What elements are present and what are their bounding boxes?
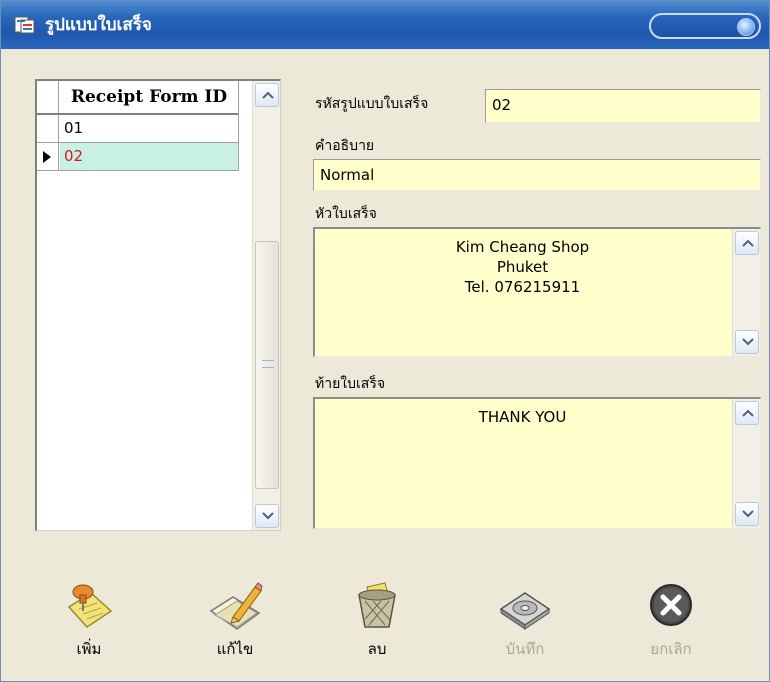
form-window-icon bbox=[14, 15, 36, 35]
footer-label: ท้ายใบเสร็จ bbox=[315, 376, 386, 392]
header-memo[interactable]: Kim Cheang Shop Phuket Tel. 076215911 bbox=[313, 227, 761, 357]
table-cell-id[interactable]: 02 bbox=[60, 143, 238, 170]
row-selector[interactable] bbox=[37, 143, 59, 170]
cancel-label: ยกเลิก bbox=[650, 640, 692, 658]
grid-scrollbar[interactable] bbox=[252, 81, 280, 530]
footer-memo[interactable]: THANK YOU bbox=[313, 397, 761, 529]
description-field[interactable]: Normal bbox=[313, 159, 761, 191]
scroll-up-button[interactable] bbox=[735, 231, 759, 255]
edit-label: แก้ไข bbox=[216, 640, 254, 658]
edit-button[interactable]: แก้ไข bbox=[195, 581, 275, 663]
footer-text[interactable]: THANK YOU bbox=[315, 407, 730, 427]
table-row-selected[interactable]: 02 bbox=[37, 143, 238, 171]
scroll-up-button[interactable] bbox=[735, 401, 759, 425]
grip-icon bbox=[262, 360, 274, 368]
save-button[interactable]: บันทึก bbox=[485, 581, 565, 663]
pushpin-note-icon bbox=[61, 581, 117, 631]
scroll-down-button[interactable] bbox=[735, 330, 759, 354]
column-header-receipt-form-id[interactable]: Receipt Form ID bbox=[60, 81, 238, 113]
disk-save-icon bbox=[497, 581, 553, 631]
cancel-button[interactable]: ยกเลิก bbox=[631, 581, 711, 663]
grid-table: Receipt Form ID 01 02 bbox=[37, 81, 239, 171]
code-field[interactable]: 02 bbox=[485, 89, 761, 123]
table-cell-id[interactable]: 01 bbox=[60, 115, 238, 142]
cancel-x-icon bbox=[643, 581, 699, 631]
scroll-thumb[interactable] bbox=[255, 241, 279, 489]
add-label: เพิ่ม bbox=[76, 640, 102, 658]
wastebasket-icon bbox=[349, 581, 405, 631]
scroll-down-button[interactable] bbox=[735, 502, 759, 526]
receipt-form-window: รูปแบบใบเสร็จ Receipt Form ID 01 02 รหัส… bbox=[0, 0, 770, 682]
row-selector[interactable] bbox=[37, 115, 59, 142]
receipt-form-grid[interactable]: Receipt Form ID 01 02 bbox=[35, 79, 281, 531]
current-row-arrow-icon bbox=[43, 151, 51, 163]
window-control-knob-icon bbox=[737, 18, 755, 36]
delete-button[interactable]: ลบ bbox=[337, 581, 417, 663]
scroll-up-button[interactable] bbox=[255, 83, 279, 107]
add-button[interactable]: เพิ่ม bbox=[49, 581, 129, 663]
grid-header-row: Receipt Form ID bbox=[37, 81, 238, 115]
delete-label: ลบ bbox=[367, 640, 387, 658]
header-scrollbar[interactable] bbox=[732, 229, 760, 356]
save-label: บันทึก bbox=[505, 640, 545, 658]
footer-scrollbar[interactable] bbox=[732, 399, 760, 528]
scroll-down-button[interactable] bbox=[255, 504, 279, 528]
window-title: รูปแบบใบเสร็จ bbox=[45, 15, 152, 35]
pencil-paper-icon bbox=[207, 581, 263, 631]
header-label: หัวใบเสร็จ bbox=[315, 206, 377, 222]
row-selector-header bbox=[37, 81, 59, 113]
title-bar[interactable]: รูปแบบใบเสร็จ bbox=[1, 1, 769, 49]
table-row[interactable]: 01 bbox=[37, 115, 238, 143]
code-label: รหัสรูปแบบใบเสร็จ bbox=[315, 96, 429, 112]
window-control-button[interactable] bbox=[649, 13, 761, 39]
description-label: คำอธิบาย bbox=[315, 138, 375, 154]
header-text[interactable]: Kim Cheang Shop Phuket Tel. 076215911 bbox=[315, 237, 730, 297]
